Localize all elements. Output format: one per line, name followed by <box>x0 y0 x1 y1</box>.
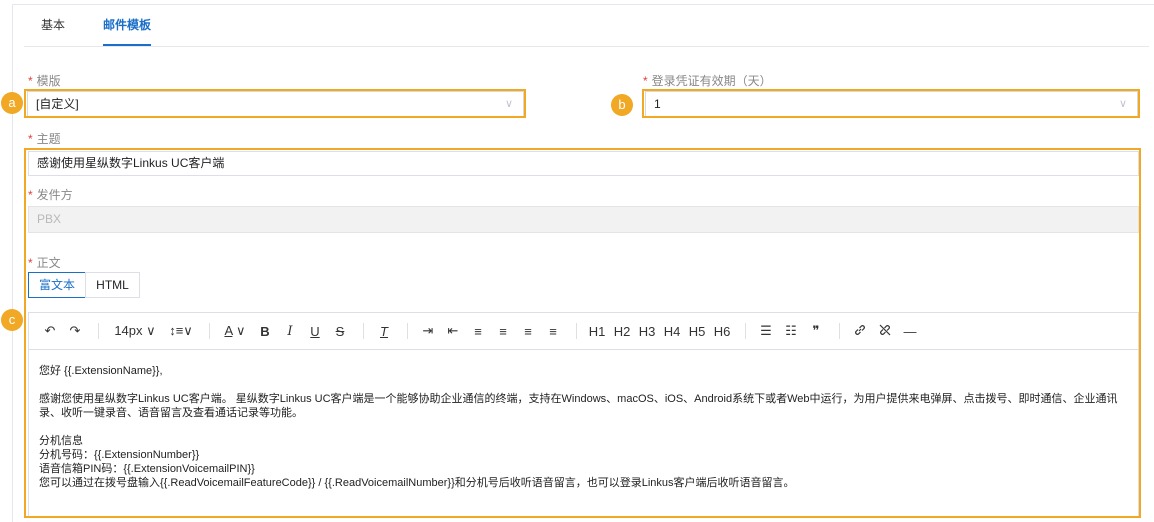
chevron-down-icon: ∨ <box>504 98 513 110</box>
line-height-icon[interactable]: ↕≡∨ <box>165 323 197 339</box>
template-select[interactable]: [自定义] ∨ <box>27 91 524 118</box>
body-label: * 正文 <box>28 256 61 270</box>
undo-icon[interactable]: ↶ <box>39 323 61 339</box>
quote-icon[interactable]: ❞ <box>805 323 827 339</box>
heading-3-button[interactable]: H3 <box>636 324 658 339</box>
voicemail-instruction-line: 您可以通过在拨号盘输入{{.ReadVoicemailFeatureCode}}… <box>39 477 795 489</box>
font-size-select[interactable]: 14px ∨ <box>108 323 162 339</box>
tab-email-template[interactable]: 邮件模板 <box>103 10 152 46</box>
toolbar-divider <box>209 323 210 339</box>
editor-toolbar: ↶ ↷ 14px ∨ ↕≡∨ A ∨ B I U S T ⇥ ⇤ ≡ ≡ ≡ ≡… <box>29 313 1138 350</box>
voicemail-pin-line: 语音信箱PIN码：{{.ExtensionVoicemailPIN}} <box>39 463 255 475</box>
template-label: * 模版 <box>28 74 61 88</box>
link-icon[interactable] <box>849 323 871 340</box>
bold-icon[interactable]: B <box>254 324 276 339</box>
rich-text-editor: ↶ ↷ 14px ∨ ↕≡∨ A ∨ B I U S T ⇥ ⇤ ≡ ≡ ≡ ≡… <box>28 312 1139 517</box>
align-center-icon[interactable]: ≡ <box>492 324 514 339</box>
toolbar-divider <box>745 323 746 339</box>
validity-select[interactable]: 1 ∨ <box>645 91 1138 118</box>
heading-2-button[interactable]: H2 <box>611 324 633 339</box>
toolbar-divider <box>839 323 840 339</box>
tab-basic[interactable]: 基本 <box>41 10 65 46</box>
subject-label: * 主题 <box>28 132 61 146</box>
validity-label: * 登录凭证有效期（天） <box>643 74 772 88</box>
horizontal-rule-icon[interactable]: — <box>899 324 921 339</box>
sender-field: PBX <box>28 206 1139 233</box>
heading-4-button[interactable]: H4 <box>661 324 683 339</box>
subject-input[interactable]: 感谢使用星纵数字Linkus UC客户端 <box>28 151 1139 176</box>
template-select-value: [自定义] <box>36 97 79 111</box>
chevron-down-icon: ∨ <box>1118 98 1127 110</box>
editor-content[interactable]: 您好 {{.ExtensionName}}, 感谢您使用星纵数字Linkus U… <box>29 350 1138 490</box>
extension-info-heading: 分机信息 <box>39 435 83 447</box>
heading-6-button[interactable]: H6 <box>711 324 733 339</box>
validity-select-value: 1 <box>654 97 661 111</box>
badge-a: a <box>1 92 23 114</box>
outdent-icon[interactable]: ⇤ <box>442 323 464 339</box>
strikethrough-icon[interactable]: S <box>329 324 351 339</box>
richtext-mode-button[interactable]: 富文本 <box>28 272 86 298</box>
greeting-line: 您好 {{.ExtensionName}}, <box>39 365 163 377</box>
extension-number-line: 分机号码：{{.ExtensionNumber}} <box>39 449 200 461</box>
bullet-list-icon[interactable]: ☰ <box>755 323 777 339</box>
redo-icon[interactable]: ↷ <box>64 323 86 339</box>
italic-icon[interactable]: I <box>279 324 301 339</box>
numbered-list-icon[interactable]: ☷ <box>780 323 802 339</box>
toolbar-divider <box>407 323 408 339</box>
tab-divider <box>24 46 1149 47</box>
heading-5-button[interactable]: H5 <box>686 324 708 339</box>
heading-1-button[interactable]: H1 <box>586 324 608 339</box>
toolbar-divider <box>98 323 99 339</box>
align-left-icon[interactable]: ≡ <box>467 324 489 339</box>
intro-paragraph: 感谢您使用星纵数字Linkus UC客户端。 星纵数字Linkus UC客户端是… <box>39 393 1118 419</box>
toolbar-divider <box>363 323 364 339</box>
font-color-icon[interactable]: A ∨ <box>219 323 251 339</box>
indent-icon[interactable]: ⇥ <box>417 323 439 339</box>
tab-bar: 基本 邮件模板 <box>41 10 189 46</box>
html-mode-button[interactable]: HTML <box>85 272 140 298</box>
align-right-icon[interactable]: ≡ <box>517 324 539 339</box>
clear-format-icon[interactable]: T <box>373 324 395 339</box>
badge-c: c <box>1 309 23 331</box>
toolbar-divider <box>576 323 577 339</box>
justify-icon[interactable]: ≡ <box>542 324 564 339</box>
sender-label: * 发件方 <box>28 188 73 202</box>
badge-b: b <box>611 94 633 116</box>
unlink-icon[interactable] <box>874 323 896 340</box>
underline-icon[interactable]: U <box>304 324 326 339</box>
